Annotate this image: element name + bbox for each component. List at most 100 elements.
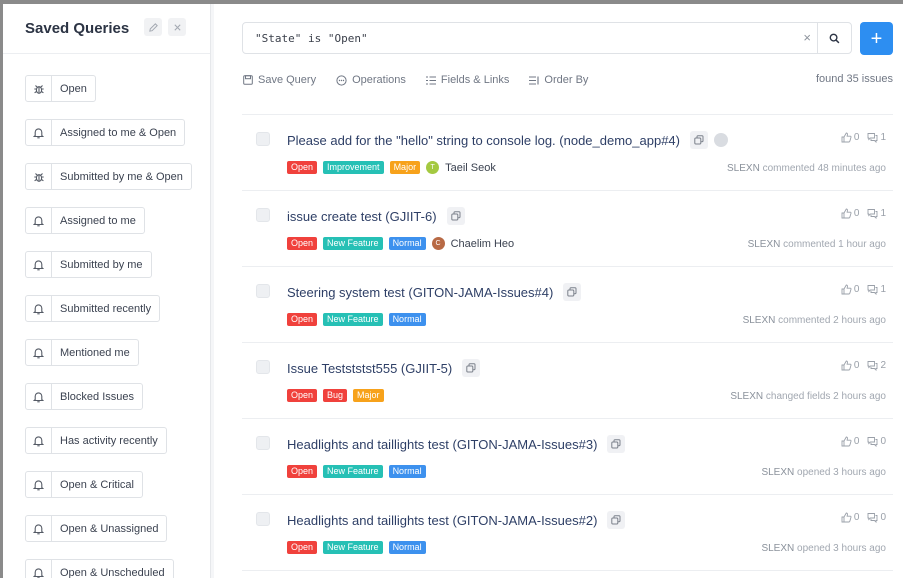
avatar: T	[426, 161, 440, 174]
vote-count: 0	[853, 512, 860, 523]
vote-count: 0	[853, 132, 860, 143]
fields-links-button[interactable]: Fields & Links	[425, 74, 509, 86]
issue-row[interactable]: Steering system test (GITON-JAMA-Issues#…	[242, 267, 893, 343]
issue-checkbox[interactable]	[256, 436, 270, 450]
activity-actor[interactable]: SLEXN	[727, 163, 760, 174]
issue-tag: Normal	[388, 237, 426, 250]
close-icon[interactable]	[168, 18, 186, 36]
avatar-placeholder	[714, 133, 728, 147]
saved-query-item[interactable]: Submitted by me & Open	[25, 163, 192, 190]
issue-title-row: Steering system test (GITON-JAMA-Issues#…	[287, 283, 582, 301]
issue-title-row: Issue Testststst555 (GJIIT-5)	[287, 359, 481, 377]
issue-counters: 01	[833, 132, 886, 143]
bell-icon	[26, 340, 52, 365]
comment-counter[interactable]: 0	[867, 512, 886, 523]
comment-counter[interactable]: 0	[867, 436, 886, 447]
comment-icon	[867, 133, 878, 143]
assignee[interactable]: C Chaelim Heo	[431, 237, 514, 250]
vote-counter[interactable]: 0	[841, 436, 859, 447]
copy-icon[interactable]	[607, 435, 626, 453]
save-query-button[interactable]: Save Query	[243, 74, 316, 86]
activity-actor[interactable]: SLEXN	[761, 543, 794, 554]
issue-title[interactable]: Steering system test (GITON-JAMA-Issues#…	[287, 285, 553, 300]
operations-button[interactable]: Operations	[336, 74, 406, 86]
vote-counter[interactable]: 0	[841, 284, 859, 295]
vote-counter[interactable]: 0	[841, 512, 860, 523]
saved-query-row: Submitted by me	[25, 251, 210, 295]
activity-actor[interactable]: SLEXN	[730, 391, 763, 402]
issue-row[interactable]: issue create test (GJIIT-6) Open New Featu…	[242, 191, 893, 267]
vote-counter[interactable]: 0	[841, 132, 860, 143]
issue-tag: Normal	[388, 313, 426, 326]
activity-text: opened 3 hours ago	[794, 543, 886, 554]
issue-tags: Open New Feature Normal	[287, 465, 432, 478]
issue-counters: 02	[833, 360, 886, 371]
saved-query-item[interactable]: Open & Unassigned	[25, 515, 168, 542]
search-button[interactable]	[818, 23, 851, 53]
comment-counter[interactable]: 1	[867, 132, 886, 143]
issue-tag: Open	[287, 313, 318, 326]
issue-checkbox[interactable]	[256, 512, 270, 526]
issue-title[interactable]: Headlights and taillights test (GITON-JA…	[287, 437, 597, 452]
assignee[interactable]: T Taeil Seok	[426, 161, 496, 174]
issue-tags: Open Bug Major	[287, 389, 390, 402]
saved-query-row: Open & Unscheduled	[25, 559, 210, 578]
comment-counter[interactable]: 2	[867, 360, 886, 371]
copy-icon[interactable]	[563, 283, 582, 301]
app-window: Saved Queries Open Assigned to me & Open S…	[3, 4, 903, 578]
save-query-label: Save Query	[258, 74, 317, 86]
saved-query-item[interactable]: Open	[25, 75, 96, 102]
bell-icon	[26, 472, 52, 497]
vote-counter[interactable]: 0	[841, 360, 859, 371]
sidebar-header: Saved Queries	[3, 4, 210, 54]
vote-counter[interactable]: 0	[841, 208, 859, 219]
issue-checkbox[interactable]	[256, 132, 270, 146]
issue-row[interactable]: Please add for the "hello" string to con…	[242, 115, 893, 191]
issue-tag: Open	[287, 389, 318, 402]
saved-query-item[interactable]: Assigned to me & Open	[25, 119, 186, 146]
search-input[interactable]: "State" is "Open" ×	[242, 22, 852, 54]
saved-query-label: Submitted recently	[60, 302, 152, 315]
issue-title[interactable]: Headlights and taillights test (GITON-JA…	[287, 513, 597, 528]
copy-icon[interactable]	[690, 131, 708, 149]
saved-query-item[interactable]: Submitted by me	[25, 251, 152, 278]
saved-query-item[interactable]: Open & Critical	[25, 471, 143, 498]
saved-query-item[interactable]: Submitted recently	[25, 295, 161, 322]
issue-checkbox[interactable]	[256, 360, 270, 374]
issue-checkbox[interactable]	[256, 208, 270, 222]
issue-title[interactable]: Please add for the "hello" string to con…	[287, 133, 680, 148]
issue-row[interactable]: Issue Testststst555 (GJIIT-5) Open Bug Majo…	[242, 343, 893, 419]
save-icon	[243, 75, 253, 85]
activity-actor[interactable]: SLEXN	[748, 239, 781, 250]
issue-row[interactable]: Headlights and taillights test (GITON-JA…	[242, 419, 893, 495]
issue-counters: 00	[833, 436, 886, 447]
saved-query-item[interactable]: Assigned to me	[25, 207, 145, 234]
last-activity: SLEXN changed fields 2 hours ago	[730, 391, 886, 402]
saved-query-item[interactable]: Open & Unscheduled	[25, 559, 174, 578]
activity-actor[interactable]: SLEXN	[743, 315, 776, 326]
comment-count: 1	[880, 284, 886, 295]
clear-search-icon[interactable]: ×	[803, 30, 811, 45]
issue-title[interactable]: Issue Testststst555 (GJIIT-5)	[287, 361, 452, 376]
activity-text: commented 48 minutes ago	[759, 163, 886, 174]
order-by-button[interactable]: Order By	[529, 74, 588, 86]
saved-query-item[interactable]: Blocked Issues	[25, 383, 143, 410]
comment-counter[interactable]: 1	[867, 284, 886, 295]
issue-row[interactable]: Headlights and taillights test (GITON-JA…	[242, 495, 893, 571]
saved-query-item[interactable]: Mentioned me	[25, 339, 139, 366]
saved-query-item[interactable]: Has activity recently	[25, 427, 167, 454]
activity-actor[interactable]: SLEXN	[761, 467, 794, 478]
comment-counter[interactable]: 1	[867, 208, 886, 219]
saved-query-row: Open & Critical	[25, 471, 210, 515]
issue-tag: Bug	[323, 389, 348, 402]
issue-checkbox[interactable]	[256, 284, 270, 298]
copy-icon[interactable]	[462, 359, 481, 377]
copy-icon[interactable]	[446, 207, 465, 225]
copy-icon[interactable]	[607, 511, 626, 529]
activity-text: commented 1 hour ago	[780, 239, 886, 250]
activity-text: opened 3 hours ago	[794, 467, 886, 478]
edit-icon[interactable]	[144, 18, 162, 36]
issue-title[interactable]: issue create test (GJIIT-6)	[287, 209, 437, 224]
issue-tag: Open	[287, 465, 318, 478]
add-issue-button[interactable]: +	[860, 22, 893, 55]
